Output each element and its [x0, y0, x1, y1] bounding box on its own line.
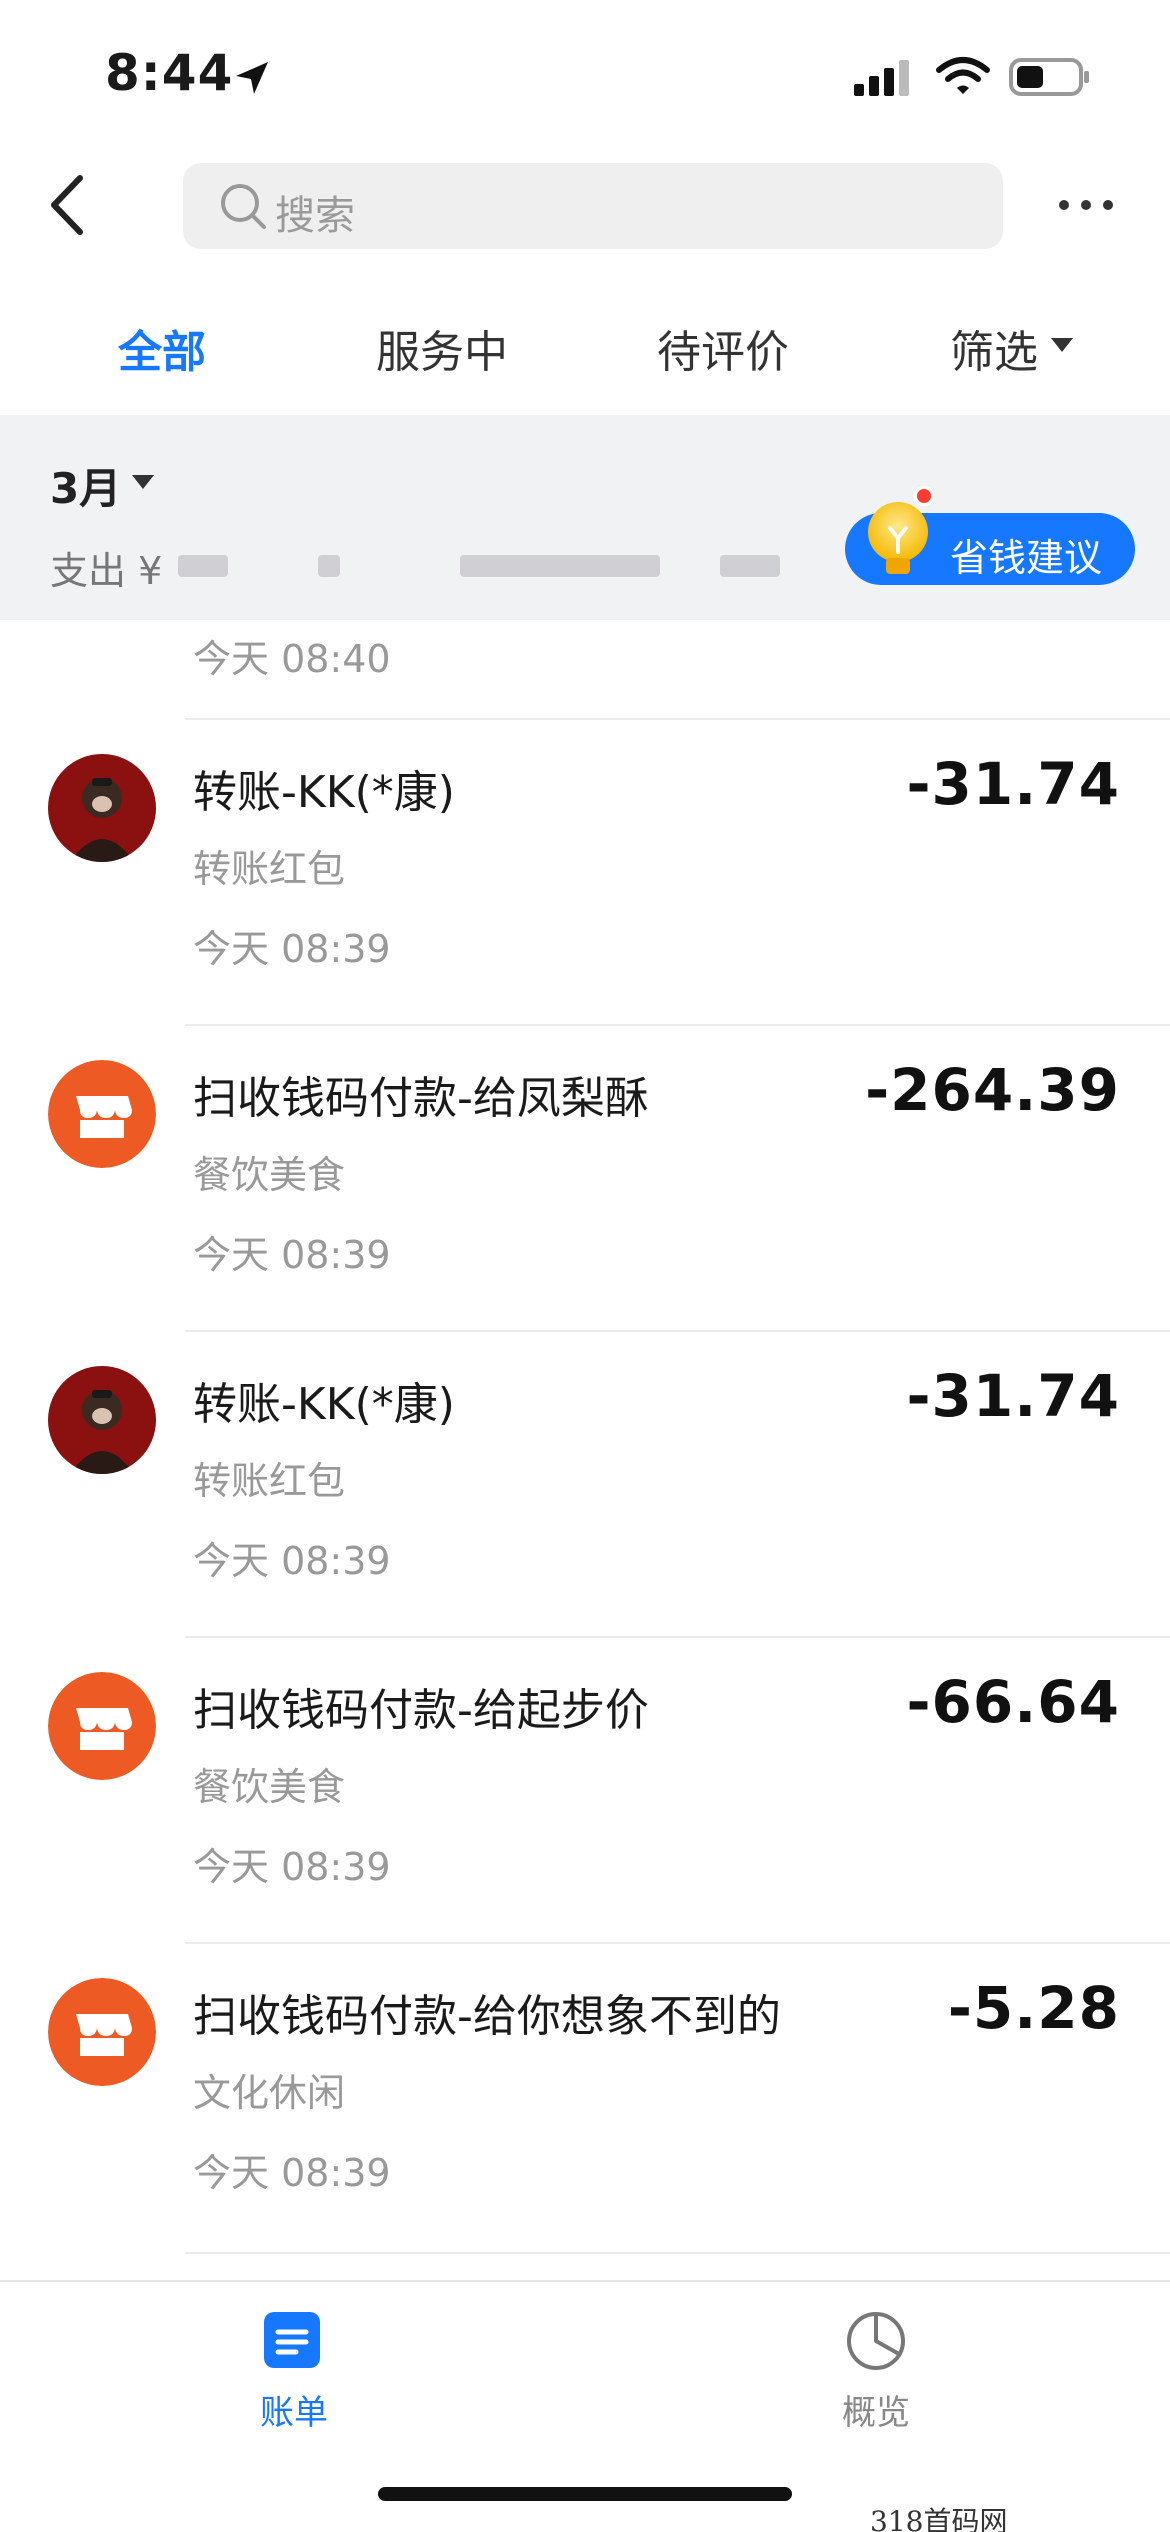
transaction-row[interactable]: 转账-KK(*康) 转账红包 今天 08:39 -31.74	[0, 720, 1170, 1025]
transaction-title: 转账-KK(*康)	[193, 1379, 455, 1430]
transaction-title: 转账-KK(*康)	[193, 767, 455, 818]
transaction-time: 今天 08:39	[193, 1539, 391, 1583]
wifi-icon	[936, 57, 990, 94]
blurred-amount	[318, 555, 340, 577]
back-icon[interactable]	[42, 170, 102, 240]
watermark: 318首码网 www.E318.com	[870, 2505, 1008, 2532]
transaction-row[interactable]: 扫收钱码付款-给起步价 餐饮美食 今天 08:39 -66.64	[0, 1638, 1170, 1943]
more-icon[interactable]	[1058, 190, 1114, 220]
transaction-amount: -66.64	[906, 1668, 1120, 1736]
blurred-amount	[460, 555, 660, 577]
savings-advice-label: 省钱建议	[950, 536, 1103, 580]
divider	[185, 2252, 1170, 2254]
battery-icon	[1009, 58, 1089, 96]
tab-overview[interactable]: 概览	[842, 2385, 910, 2434]
transaction-category: 转账红包	[193, 1459, 346, 1503]
transaction-time: 今天 08:39	[193, 2151, 391, 2195]
caret-down-icon	[1051, 338, 1073, 352]
search-icon	[221, 184, 266, 229]
month-summary: 3月 支出 ¥ 省钱建议	[0, 415, 1170, 620]
transaction-title: 扫收钱码付款-给起步价	[193, 1685, 649, 1736]
blurred-amount	[178, 555, 228, 577]
transaction-title: 扫收钱码付款-给凤梨酥	[193, 1073, 649, 1124]
pie-chart-icon[interactable]	[845, 2310, 907, 2372]
transaction-row[interactable]: 扫收钱码付款-给你想象不到的 文化休闲 今天 08:39 -5.28	[0, 1944, 1170, 2249]
notification-dot	[914, 486, 934, 506]
transaction-category: 转账红包	[193, 847, 346, 891]
cellular-signal-icon	[854, 60, 909, 96]
shop-icon	[48, 1978, 156, 2086]
shop-icon	[48, 1672, 156, 1780]
spend-label: 支出 ¥	[50, 549, 163, 593]
transaction-category: 餐饮美食	[193, 1153, 346, 1197]
transaction-title: 扫收钱码付款-给你想象不到的	[193, 1991, 781, 2042]
transaction-category: 文化休闲	[193, 2071, 346, 2115]
person-avatar	[48, 754, 156, 862]
tab-filter[interactable]: 筛选	[950, 316, 1038, 380]
month-selector[interactable]: 3月	[50, 455, 121, 516]
tab-in-service[interactable]: 服务中	[376, 316, 508, 380]
person-avatar	[48, 1366, 156, 1474]
caret-down-icon	[132, 475, 154, 489]
status-bar: 8:44	[0, 0, 1170, 150]
tab-all[interactable]: 全部	[118, 316, 206, 380]
tab-pending-review[interactable]: 待评价	[657, 316, 789, 380]
transaction-amount: -264.39	[865, 1056, 1120, 1124]
search-placeholder: 搜索	[275, 193, 355, 239]
transaction-amount: -31.74	[906, 750, 1120, 818]
location-arrow-icon	[236, 62, 268, 94]
transaction-time: 今天 08:39	[193, 1845, 391, 1889]
transaction-category: 餐饮美食	[193, 1765, 346, 1809]
transaction-amount: -5.28	[947, 1974, 1120, 2042]
transaction-row[interactable]: 扫收钱码付款-给凤梨酥 餐饮美食 今天 08:39 -264.39	[0, 1026, 1170, 1331]
transaction-time: 今天 08:39	[193, 927, 391, 971]
tab-bill[interactable]: 账单	[260, 2385, 328, 2434]
transaction-time: 今天 08:39	[193, 1233, 391, 1277]
transaction-row[interactable]: 转账-KK(*康) 转账红包 今天 08:39 -31.74	[0, 1332, 1170, 1637]
transaction-amount: -31.74	[906, 1362, 1120, 1430]
status-time: 8:44	[105, 44, 234, 102]
blurred-amount	[720, 555, 780, 577]
filter-tabs: 全部 服务中 待评价 筛选	[0, 300, 1170, 390]
search-input[interactable]: 搜索	[183, 163, 1003, 249]
shop-icon	[48, 1060, 156, 1168]
list-item-time: 今天 08:40	[193, 637, 391, 681]
home-indicator[interactable]	[378, 2487, 792, 2501]
bill-icon[interactable]	[262, 2310, 322, 2370]
